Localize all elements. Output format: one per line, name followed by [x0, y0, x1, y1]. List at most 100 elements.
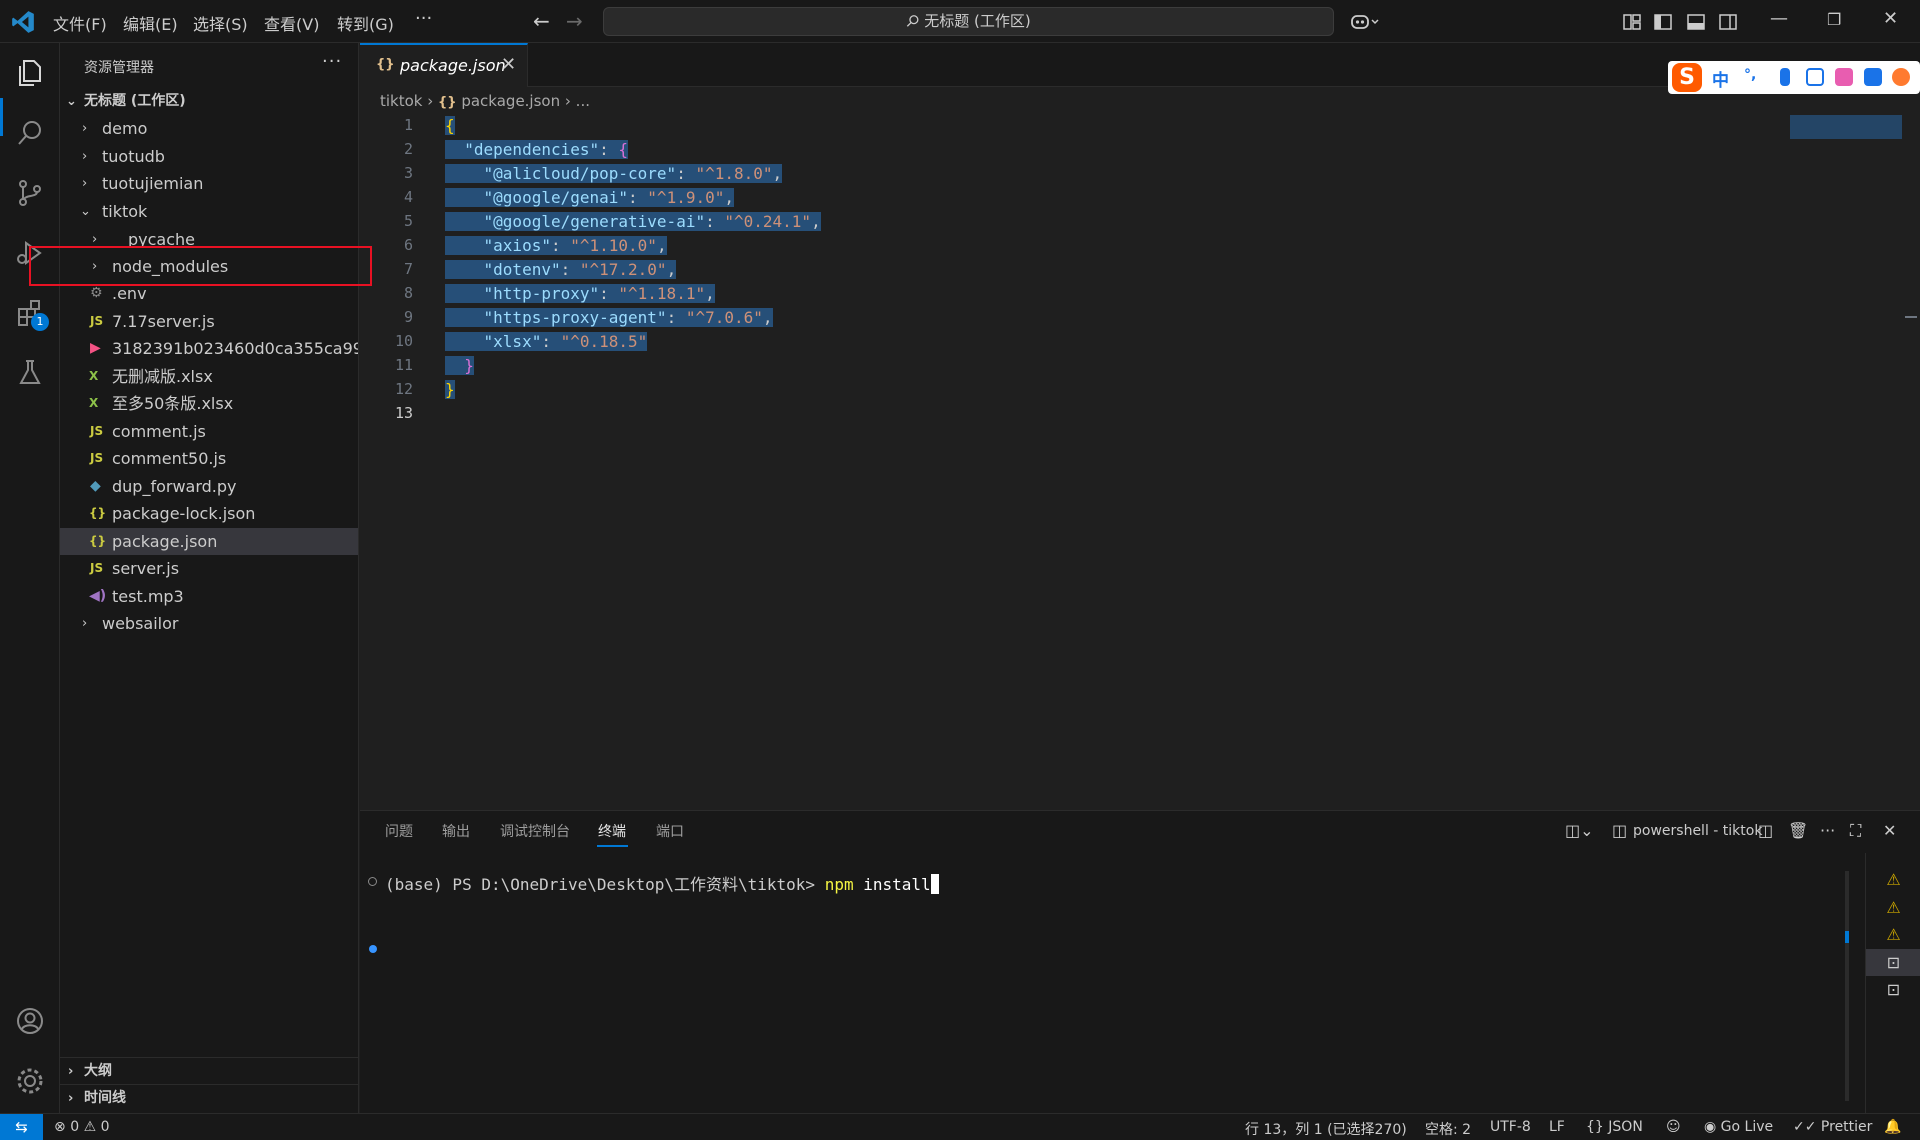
language-mode[interactable]: {} JSON — [1586, 1119, 1643, 1135]
tree-file-server-js[interactable]: JS server.js — [60, 555, 358, 582]
new-terminal-split-icon[interactable]: ◫⌄ — [1565, 821, 1594, 840]
ime-toolbar: S 中 °, — [1668, 61, 1920, 94]
tab-problems[interactable]: 问题 — [385, 821, 413, 841]
end-of-line[interactable]: LF — [1549, 1119, 1565, 1135]
command-center[interactable]: 无标题 (工作区) — [603, 7, 1334, 36]
tree-folder-demo[interactable]: › demo — [60, 115, 358, 142]
tab-package-json[interactable]: {} package.json ✕ — [360, 43, 528, 87]
tree-file-7-17server-js[interactable]: JS 7.17server.js — [60, 308, 358, 335]
tree-file-comment50-js[interactable]: JS comment50.js — [60, 445, 358, 472]
close-window-icon[interactable]: ✕ — [1883, 8, 1898, 29]
tree-file-package-json[interactable]: {} package.json — [60, 528, 358, 555]
remote-icon[interactable]: ⇆ — [0, 1114, 43, 1140]
terminal-icon[interactable]: ⊡ — [1866, 949, 1920, 976]
files-icon[interactable] — [14, 57, 46, 89]
tree-file-xlsx-50[interactable]: X 至多50条版.xlsx — [60, 390, 358, 417]
tree-file-video[interactable]: ▶ 3182391b023460d0ca355ca994... — [60, 335, 358, 362]
nav-back-icon[interactable]: ← — [533, 9, 550, 33]
timeline-section[interactable]: › 时间线 — [60, 1084, 358, 1111]
go-live-button[interactable]: ◉ Go Live — [1704, 1119, 1773, 1135]
chevron-right-icon: › — [82, 149, 88, 164]
command-decoration-icon[interactable] — [368, 877, 377, 886]
bell-icon[interactable]: 🔔 — [1884, 1119, 1901, 1135]
minimize-icon[interactable]: — — [1770, 8, 1788, 29]
ime-punct-button[interactable]: °, — [1744, 67, 1756, 83]
sidebar-more-icon[interactable]: ··· — [322, 51, 342, 72]
menu-view[interactable]: 查看(V) — [264, 11, 319, 35]
microphone-icon[interactable] — [1780, 68, 1790, 86]
testing-icon[interactable] — [14, 357, 46, 389]
problems-status[interactable]: ⊗ 0 ⚠ 0 — [54, 1119, 110, 1135]
tree-folder-tiktok[interactable]: ⌄ tiktok — [60, 198, 358, 225]
ime-mode-button[interactable]: 中 — [1712, 66, 1729, 91]
keyboard-icon[interactable] — [1806, 68, 1824, 86]
tree-file-package-lock-json[interactable]: {} package-lock.json — [60, 500, 358, 527]
tree-file-xlsx-full[interactable]: X 无删减版.xlsx — [60, 363, 358, 390]
menu-go[interactable]: 转到(G) — [337, 11, 394, 35]
tab-output[interactable]: 输出 — [442, 821, 470, 841]
python-file-icon: ◆ — [90, 478, 101, 494]
split-terminal-icon[interactable]: ◫ — [1758, 821, 1773, 840]
extensions-badge: 1 — [31, 313, 49, 331]
menu-edit[interactable]: 编辑(E) — [123, 11, 178, 35]
javascript-file-icon: JS — [90, 424, 104, 438]
terminal-line[interactable]: (base) PS D:\OneDrive\Desktop\工作资料\tikto… — [385, 871, 939, 895]
json-file-icon: {} — [89, 506, 107, 520]
account-icon[interactable] — [14, 1005, 46, 1037]
source-control-icon[interactable] — [14, 177, 46, 209]
warning-icon[interactable]: ⚠ — [1866, 894, 1920, 921]
tree-folder-tuotujiemian[interactable]: › tuotujiemian — [60, 170, 358, 197]
nav-forward-icon[interactable]: → — [566, 9, 583, 33]
prettier-button[interactable]: ✓✓ Prettier — [1793, 1119, 1872, 1135]
tree-folder-tuotudb[interactable]: › tuotudb — [60, 143, 358, 170]
close-panel-icon[interactable]: ✕ — [1883, 821, 1896, 840]
tree-folder-websailor[interactable]: › websailor — [60, 610, 358, 637]
toggle-secondary-sidebar-icon[interactable] — [1718, 12, 1738, 32]
menu-selection[interactable]: 选择(S) — [193, 11, 248, 35]
sogou-logo-icon[interactable]: S — [1672, 63, 1702, 92]
minimap[interactable] — [1790, 115, 1902, 139]
customize-layout-icon[interactable] — [1622, 12, 1642, 32]
mascot-icon[interactable] — [1892, 68, 1910, 86]
restore-icon[interactable]: ❐ — [1827, 10, 1841, 29]
search-icon[interactable] — [14, 117, 46, 149]
activity-bar: 1 — [0, 43, 60, 1113]
json-file-icon: {} — [376, 57, 395, 72]
indentation[interactable]: 空格: 2 — [1425, 1119, 1471, 1139]
terminal-scrollbar[interactable] — [1845, 871, 1849, 1101]
skin-icon[interactable] — [1835, 68, 1853, 86]
tab-ports[interactable]: 端口 — [656, 821, 684, 841]
menu-more[interactable]: ··· — [415, 8, 432, 29]
maximize-panel-icon[interactable]: ⛶ — [1850, 821, 1861, 841]
terminal-label[interactable]: powershell - tiktok — [1633, 823, 1762, 839]
tree-file-test-mp3[interactable]: ◀) test.mp3 — [60, 583, 358, 610]
code-line: "dependencies": { — [445, 138, 629, 162]
tab-terminal[interactable]: 终端 — [598, 821, 626, 841]
warning-icon[interactable]: ⚠ — [1866, 866, 1920, 893]
breadcrumb-folder[interactable]: tiktok — [380, 92, 422, 110]
workspace-root[interactable]: ⌄ 无标题 (工作区) — [60, 88, 358, 115]
gear-icon[interactable] — [14, 1065, 46, 1097]
more-actions-icon[interactable]: ··· — [1820, 821, 1835, 840]
toggle-panel-icon[interactable] — [1686, 12, 1706, 32]
close-icon[interactable]: ✕ — [501, 54, 516, 75]
copilot-icon[interactable]: ☺ — [1666, 1119, 1681, 1135]
code-editor[interactable]: 1 2 3 4 5 6 7 8 9 10 11 12 13 { "depende… — [360, 114, 1900, 810]
cursor-position[interactable]: 行 13，列 1 (已选择270) — [1245, 1119, 1407, 1139]
menu-file[interactable]: 文件(F) — [53, 11, 107, 35]
trash-icon[interactable]: 🗑 — [1788, 821, 1808, 840]
tree-file-comment-js[interactable]: JS comment.js — [60, 418, 358, 445]
terminal-icon[interactable]: ⊡ — [1866, 976, 1920, 1003]
outline-section[interactable]: › 大纲 — [60, 1057, 358, 1084]
toolbox-icon[interactable] — [1864, 68, 1882, 86]
tab-debug-console[interactable]: 调试控制台 — [500, 821, 570, 841]
breadcrumb-file[interactable]: package.json — [461, 92, 560, 110]
encoding[interactable]: UTF-8 — [1490, 1119, 1531, 1135]
command-decoration-icon[interactable] — [369, 945, 377, 953]
warning-icon[interactable]: ⚠ — [1866, 921, 1920, 948]
breadcrumb-more[interactable]: ... — [576, 92, 590, 110]
toggle-primary-sidebar-icon[interactable] — [1653, 12, 1673, 32]
tree-file-dup-forward-py[interactable]: ◆ dup_forward.py — [60, 473, 358, 500]
copilot-icon[interactable] — [1350, 12, 1380, 32]
broadcast-icon: ◉ — [1704, 1119, 1717, 1135]
